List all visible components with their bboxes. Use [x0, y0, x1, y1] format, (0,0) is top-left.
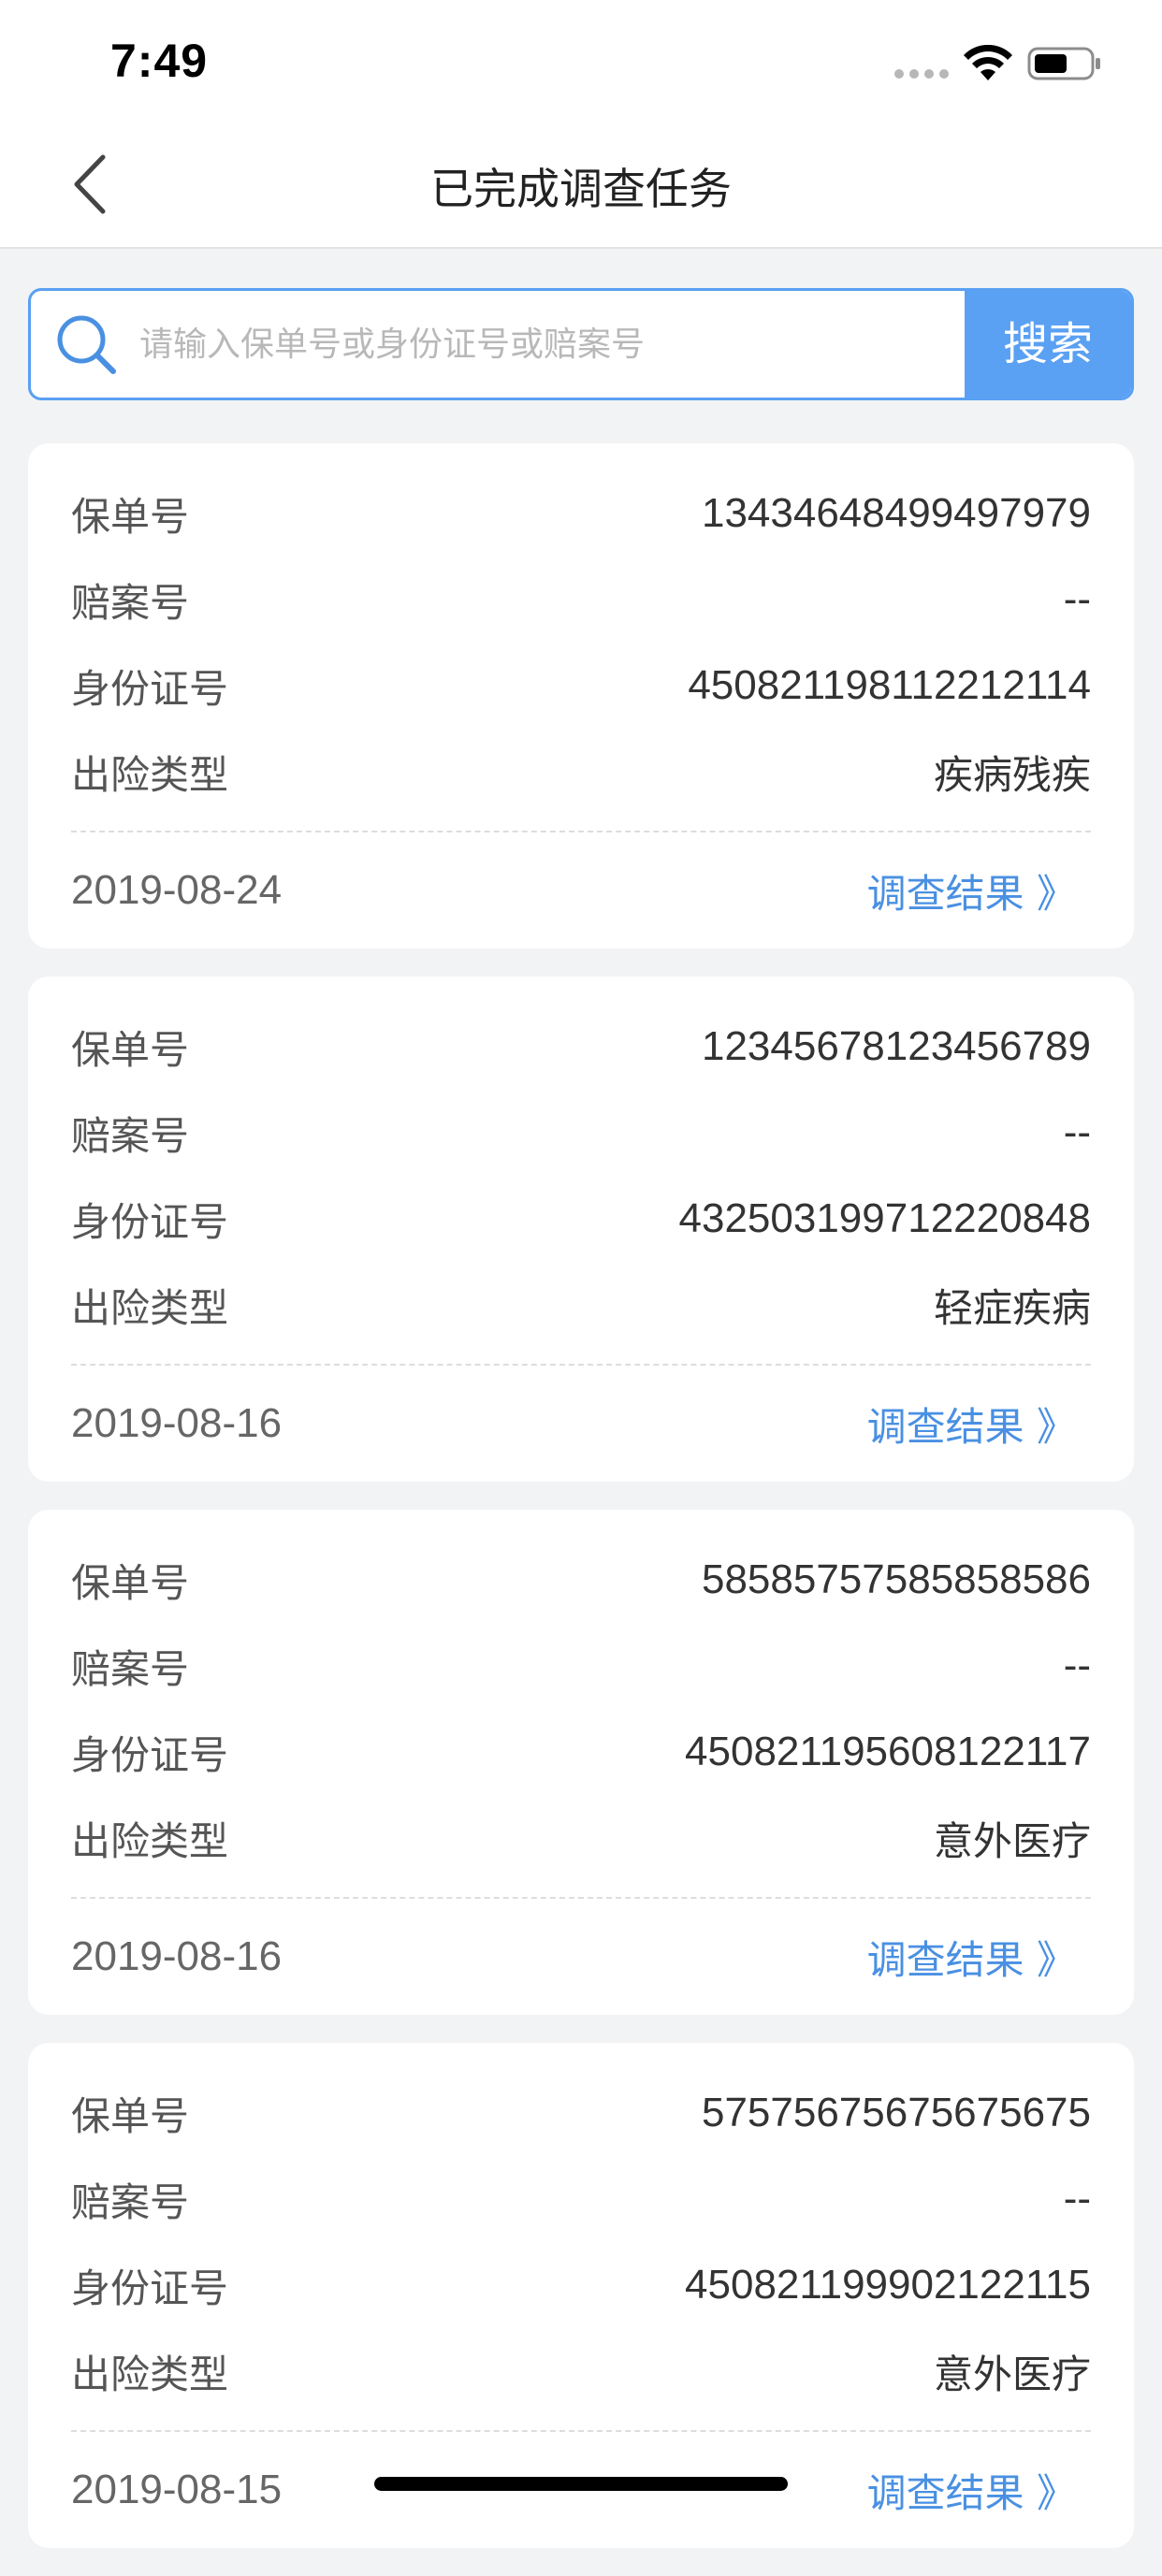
- claim-value: --: [1063, 1109, 1091, 1155]
- policy-value: 58585757585858586: [701, 1556, 1091, 1602]
- claim-row: 赔案号 --: [71, 1633, 1091, 1699]
- task-card: 保单号 12345678123456789 赔案号 -- 身份证号 432503…: [28, 977, 1134, 1482]
- risk-type-value: 意外医疗: [933, 1817, 1091, 1864]
- task-date: 2019-08-24: [71, 867, 283, 913]
- claim-label: 赔案号: [71, 2178, 190, 2225]
- task-date: 2019-08-16: [71, 1933, 283, 1979]
- risk-type-label: 出险类型: [71, 2351, 229, 2397]
- policy-label: 保单号: [71, 1559, 190, 1606]
- policy-row: 保单号 13434648499497979: [71, 481, 1091, 546]
- id-label: 身份证号: [71, 2265, 229, 2311]
- claim-row: 赔案号 --: [71, 1100, 1091, 1165]
- battery-icon: [1027, 47, 1100, 80]
- dashed-divider: [71, 831, 1091, 832]
- claim-label: 赔案号: [71, 579, 190, 626]
- policy-value: 57575675675675675: [701, 2090, 1091, 2135]
- claim-value: --: [1063, 576, 1091, 622]
- risk-type-row: 出险类型 意外医疗: [71, 2338, 1091, 2404]
- search-icon: [57, 315, 116, 374]
- policy-row: 保单号 58585757585858586: [71, 1547, 1091, 1613]
- risk-type-row: 出险类型 意外医疗: [71, 1805, 1091, 1871]
- dashed-divider: [71, 1364, 1091, 1366]
- risk-type-value: 疾病残疾: [933, 751, 1091, 798]
- task-card: 保单号 57575675675675675 赔案号 -- 身份证号 450821…: [28, 2043, 1134, 2548]
- home-indicator[interactable]: [374, 2477, 788, 2491]
- claim-label: 赔案号: [71, 1112, 190, 1159]
- policy-label: 保单号: [71, 493, 190, 540]
- search-button[interactable]: 搜索: [965, 291, 1131, 398]
- card-footer: 2019-08-16 调查结果 》: [71, 1916, 1091, 1998]
- id-value: 450821198112212114: [688, 662, 1091, 708]
- dashed-divider: [71, 2430, 1091, 2432]
- policy-label: 保单号: [71, 2092, 190, 2139]
- page-title: 已完成调查任务: [430, 164, 732, 214]
- claim-value: --: [1063, 1643, 1091, 1688]
- status-time: 7:49: [110, 35, 209, 87]
- policy-value: 13434648499497979: [701, 490, 1091, 536]
- id-label: 身份证号: [71, 1198, 229, 1245]
- policy-label: 保单号: [71, 1026, 190, 1073]
- view-result-link[interactable]: 调查结果 》: [867, 862, 1091, 919]
- search-input[interactable]: [139, 291, 981, 398]
- id-label: 身份证号: [71, 1731, 229, 1778]
- risk-type-row: 出险类型 疾病残疾: [71, 739, 1091, 804]
- card-footer: 2019-08-16 调查结果 》: [71, 1382, 1091, 1465]
- risk-type-value: 意外医疗: [933, 2351, 1091, 2397]
- risk-type-label: 出险类型: [71, 1817, 229, 1864]
- risk-type-row: 出险类型 轻症疾病: [71, 1272, 1091, 1338]
- risk-type-label: 出险类型: [71, 751, 229, 798]
- view-result-link[interactable]: 调查结果 》: [867, 1929, 1091, 1986]
- status-bar: 7:49: [0, 0, 1162, 123]
- task-date: 2019-08-15: [71, 2467, 283, 2512]
- id-value: 450821199902122115: [685, 2262, 1091, 2308]
- card-footer: 2019-08-24 调查结果 》: [71, 849, 1091, 932]
- id-row: 身份证号 450821198112212114: [71, 653, 1091, 718]
- nav-bar: 已完成调查任务: [0, 123, 1162, 249]
- claim-label: 赔案号: [71, 1645, 190, 1692]
- view-result-link[interactable]: 调查结果 》: [867, 2462, 1091, 2519]
- search-bar: 搜索: [28, 288, 1134, 400]
- risk-type-label: 出险类型: [71, 1284, 229, 1331]
- wifi-icon: [964, 45, 1012, 80]
- task-list: 保单号 13434648499497979 赔案号 -- 身份证号 450821…: [28, 443, 1134, 2576]
- policy-row: 保单号 12345678123456789: [71, 1014, 1091, 1079]
- dashed-divider: [71, 1897, 1091, 1899]
- policy-value: 12345678123456789: [701, 1023, 1091, 1069]
- risk-type-value: 轻症疾病: [933, 1284, 1091, 1331]
- id-label: 身份证号: [71, 665, 229, 712]
- id-value: 432503199712220848: [678, 1195, 1091, 1241]
- task-card: 保单号 13434648499497979 赔案号 -- 身份证号 450821…: [28, 443, 1134, 948]
- policy-row: 保单号 57575675675675675: [71, 2080, 1091, 2146]
- id-row: 身份证号 450821199902122115: [71, 2252, 1091, 2318]
- claim-row: 赔案号 --: [71, 2166, 1091, 2232]
- claim-row: 赔案号 --: [71, 567, 1091, 632]
- signal-icon: [894, 69, 949, 79]
- task-date: 2019-08-16: [71, 1400, 283, 1446]
- view-result-link[interactable]: 调查结果 》: [867, 1396, 1091, 1453]
- task-card: 保单号 58585757585858586 赔案号 -- 身份证号 450821…: [28, 1510, 1134, 2015]
- id-value: 450821195608122117: [685, 1729, 1091, 1774]
- id-row: 身份证号 450821195608122117: [71, 1719, 1091, 1785]
- claim-value: --: [1063, 2176, 1091, 2221]
- id-row: 身份证号 432503199712220848: [71, 1186, 1091, 1252]
